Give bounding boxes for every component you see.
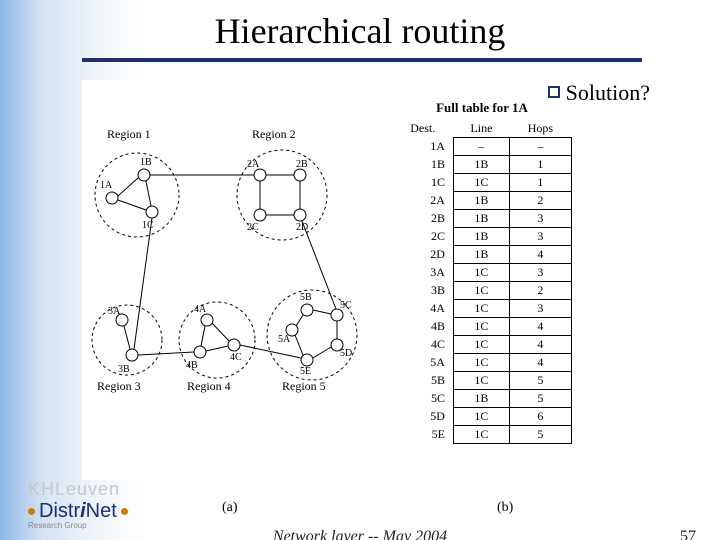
svg-text:Region 1: Region 1 bbox=[107, 127, 151, 141]
table-row: 4B1C4 bbox=[392, 318, 572, 336]
table-row: 2C1B3 bbox=[392, 228, 572, 246]
table-row: 5D1C6 bbox=[392, 408, 572, 426]
svg-text:5E: 5E bbox=[300, 366, 311, 377]
svg-text:Region 3: Region 3 bbox=[97, 379, 141, 393]
table-row: 2B1B3 bbox=[392, 210, 572, 228]
svg-text:2C: 2C bbox=[247, 222, 259, 233]
svg-text:1B: 1B bbox=[140, 157, 152, 168]
col-hops: Hops bbox=[509, 120, 571, 138]
svg-text:3B: 3B bbox=[118, 364, 130, 375]
svg-text:4B: 4B bbox=[186, 360, 198, 371]
table-row: 4C1C4 bbox=[392, 336, 572, 354]
svg-text:2A: 2A bbox=[247, 159, 260, 170]
table-row: 4A1C3 bbox=[392, 300, 572, 318]
svg-text:1A: 1A bbox=[100, 180, 113, 191]
table-row: 1A–– bbox=[392, 138, 572, 156]
caption-b: (b) bbox=[497, 500, 513, 516]
table-title: Full table for 1A bbox=[392, 100, 572, 116]
caption-a: (a) bbox=[222, 500, 238, 516]
table-row: 5B1C5 bbox=[392, 372, 572, 390]
table-row: 5E1C5 bbox=[392, 426, 572, 444]
routing-table: Full table for 1A Dest. Line Hops 1A––1B… bbox=[392, 100, 572, 444]
svg-text:5A: 5A bbox=[278, 334, 291, 345]
svg-text:Region 5: Region 5 bbox=[282, 379, 326, 393]
title-area: Hierarchical routing bbox=[0, 10, 720, 52]
col-dest: Dest. bbox=[392, 120, 453, 138]
svg-text:2B: 2B bbox=[296, 159, 308, 170]
table-row: 3A1C3 bbox=[392, 264, 572, 282]
svg-text:1C: 1C bbox=[142, 220, 154, 231]
page-title: Hierarchical routing bbox=[0, 10, 720, 52]
svg-text:4A: 4A bbox=[194, 304, 207, 315]
diagram: Region 1 1A 1B 1C Region 2 2A 2B 2C 2D bbox=[82, 100, 667, 480]
logo: KHLeuven DistriNet Research Group bbox=[28, 479, 128, 530]
table-row: 1C1C1 bbox=[392, 174, 572, 192]
svg-text:5D: 5D bbox=[340, 348, 352, 359]
svg-text:5C: 5C bbox=[340, 300, 352, 311]
table: Dest. Line Hops 1A––1B1B11C1C12A1B22B1B3… bbox=[392, 120, 572, 444]
svg-text:4C: 4C bbox=[230, 352, 242, 363]
svg-text:Region 2: Region 2 bbox=[252, 127, 296, 141]
logo-brand: DistriNet bbox=[28, 500, 128, 523]
table-row: 1B1B1 bbox=[392, 156, 572, 174]
table-row: 5A1C4 bbox=[392, 354, 572, 372]
table-row: 5C1B5 bbox=[392, 390, 572, 408]
table-row: 2A1B2 bbox=[392, 192, 572, 210]
content-area: Solution? Region 1 1A 1B 1C Region 2 2A … bbox=[82, 80, 680, 480]
footer-text: Network layer -- May 2004 bbox=[0, 528, 720, 540]
slide: Hierarchical routing Solution? Region 1 … bbox=[0, 0, 720, 540]
logo-dot-icon bbox=[121, 508, 128, 515]
svg-text:Region 4: Region 4 bbox=[187, 379, 231, 393]
bullet-marker-icon bbox=[548, 86, 560, 98]
table-row: 2D1B4 bbox=[392, 246, 572, 264]
table-row: 3B1C2 bbox=[392, 282, 572, 300]
page-number: 57 bbox=[680, 528, 696, 540]
network-diagram-icon: Region 1 1A 1B 1C Region 2 2A 2B 2C 2D bbox=[82, 120, 372, 450]
svg-text:3A: 3A bbox=[108, 306, 121, 317]
col-line: Line bbox=[453, 120, 509, 138]
logo-dot-icon bbox=[28, 508, 35, 515]
title-underline bbox=[82, 58, 642, 62]
logo-university: KHLeuven bbox=[28, 479, 128, 500]
svg-text:5B: 5B bbox=[300, 292, 312, 303]
